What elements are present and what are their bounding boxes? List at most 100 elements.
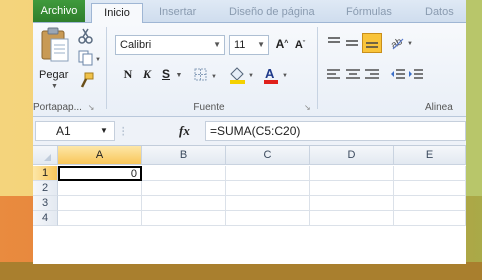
font-size-value: 11 [234, 39, 246, 51]
dialog-launcher-icon[interactable]: ↘ [304, 103, 311, 112]
font-group-text: Fuente [193, 102, 225, 113]
decrease-indent-icon [391, 69, 405, 79]
cell[interactable] [310, 211, 394, 226]
cell[interactable] [394, 181, 466, 196]
align-center-icon [346, 69, 360, 79]
tab-home[interactable]: Inicio [91, 3, 143, 24]
alignment-group-label: Alinea [425, 101, 466, 115]
group-separator [106, 27, 107, 109]
column-header-d[interactable]: D [310, 146, 394, 165]
cell[interactable] [310, 196, 394, 211]
svg-text:ab: ab [389, 36, 405, 51]
paste-label: Pegar [39, 69, 69, 81]
cell[interactable] [394, 211, 466, 226]
cell[interactable] [394, 166, 466, 181]
column-header-c[interactable]: C [226, 146, 310, 165]
align-right-icon [365, 69, 379, 79]
column-header-e[interactable]: E [394, 146, 466, 165]
table-row: 2 [33, 181, 466, 196]
cell[interactable] [226, 166, 310, 181]
grow-font-icon[interactable]: A^ [275, 36, 289, 52]
borders-button[interactable]: ▼ [193, 67, 221, 83]
resize-handle-icon[interactable]: ⁝ [121, 124, 131, 138]
clipboard-icon [41, 27, 69, 62]
tab-page-layout[interactable]: Diseño de página [229, 3, 315, 22]
cell[interactable] [310, 181, 394, 196]
svg-text:▼: ▼ [407, 41, 413, 47]
select-all-corner[interactable] [33, 146, 58, 165]
font-size-select[interactable]: 11 ▼ [229, 35, 269, 55]
name-box-value: A1 [56, 124, 71, 138]
decrease-indent-button[interactable] [389, 67, 407, 83]
underline-button[interactable]: S [159, 66, 173, 82]
font-name-select[interactable]: Calibri ▼ [115, 35, 225, 55]
tab-formulas[interactable]: Fórmulas [346, 3, 392, 22]
clipboard-group-text: Portapap... [33, 102, 82, 113]
cell[interactable] [226, 181, 310, 196]
svg-text:▼: ▼ [211, 74, 217, 80]
chevron-down-icon[interactable]: ▼ [100, 122, 108, 140]
paste-dropdown-icon: ▼ [51, 83, 58, 90]
row-header-3[interactable]: 3 [33, 196, 58, 211]
align-top-icon [328, 37, 340, 43]
font-name-value: Calibri [120, 39, 152, 51]
fill-color-button[interactable]: ▼ [227, 65, 257, 85]
row-header-1[interactable]: 1 [33, 166, 58, 181]
svg-text:A: A [265, 66, 275, 81]
chevron-down-icon: ▼ [213, 40, 221, 49]
text-orientation-icon: ab ▼ [389, 36, 413, 51]
scissors-icon [78, 28, 93, 44]
paste-button[interactable]: Pegar ▼ [37, 27, 73, 93]
align-left-button[interactable] [325, 67, 343, 83]
align-center-button[interactable] [344, 67, 362, 83]
cell[interactable] [394, 196, 466, 211]
align-right-button[interactable] [363, 67, 381, 83]
shrink-font-icon[interactable]: Aˇ [293, 37, 307, 53]
tab-data[interactable]: Datos [425, 3, 454, 22]
column-header-a[interactable]: A [58, 146, 142, 165]
align-left-icon [327, 69, 340, 79]
insert-function-icon[interactable]: fx [179, 123, 190, 139]
cell[interactable] [142, 181, 226, 196]
tab-file[interactable]: Archivo [33, 0, 85, 22]
table-row: 3 [33, 196, 466, 211]
cell[interactable] [226, 211, 310, 226]
svg-text:▼: ▼ [248, 73, 254, 79]
cell[interactable] [58, 181, 142, 196]
dialog-launcher-icon[interactable]: ↘ [88, 103, 95, 112]
cell[interactable] [142, 211, 226, 226]
bold-button[interactable]: N [121, 66, 135, 82]
orientation-button[interactable]: ab ▼ [389, 33, 415, 53]
background-bottom-band [0, 262, 482, 280]
row-header-2[interactable]: 2 [33, 181, 58, 196]
align-middle-button[interactable] [343, 35, 361, 51]
font-color-button[interactable]: A ▼ [261, 65, 291, 85]
select-all-icon [44, 154, 51, 161]
cell[interactable] [142, 196, 226, 211]
excel-window: Archivo Inicio Insertar Diseño de página… [33, 0, 466, 264]
increase-indent-button[interactable] [407, 67, 425, 83]
tab-insert[interactable]: Insertar [159, 3, 196, 22]
align-bottom-button[interactable] [362, 33, 382, 53]
borders-icon: ▼ [194, 68, 217, 81]
ribbon: Pegar ▼ ▼ Portapap... ↘ Calibri ▼ 11 ▼ A… [33, 23, 466, 117]
name-box[interactable]: A1 ▼ [35, 121, 115, 141]
table-row: 1 0 [33, 166, 466, 181]
table-row: 4 [33, 211, 466, 226]
row-header-4[interactable]: 4 [33, 211, 58, 226]
cell-a1[interactable]: 0 [58, 166, 142, 181]
column-header-b[interactable]: B [142, 146, 226, 165]
cell[interactable] [226, 196, 310, 211]
paint-bucket-icon: ▼ [230, 67, 254, 84]
italic-button[interactable]: K [140, 66, 154, 82]
cell[interactable] [58, 196, 142, 211]
cell[interactable] [142, 166, 226, 181]
align-top-button[interactable] [325, 35, 343, 51]
format-painter-button[interactable] [77, 71, 95, 89]
cut-button[interactable] [77, 27, 95, 45]
cell[interactable] [310, 166, 394, 181]
chevron-down-icon[interactable]: ▼ [175, 68, 183, 84]
formula-input[interactable]: =SUMA(C5:C20) [205, 121, 466, 141]
copy-button[interactable]: ▼ [77, 49, 101, 67]
cell[interactable] [58, 211, 142, 226]
